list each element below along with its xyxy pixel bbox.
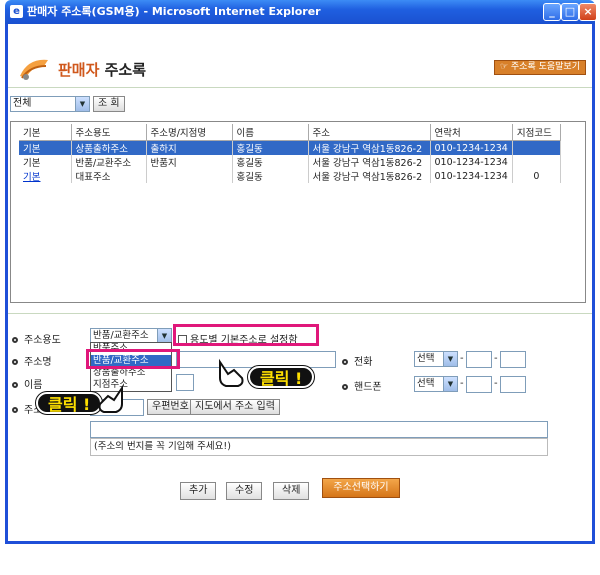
phone-last-input[interactable] bbox=[500, 351, 526, 368]
help-button[interactable]: ☞ 주소록 도움말보기 bbox=[493, 60, 586, 75]
chevron-down-icon[interactable]: ▼ bbox=[443, 377, 457, 391]
search-button[interactable]: 조 회 bbox=[93, 96, 125, 112]
bullet-icon bbox=[342, 384, 348, 390]
column-header[interactable]: 주소용도 bbox=[71, 124, 147, 141]
title-bar: e 판매자 주소록(GSM용) - Microsoft Internet Exp… bbox=[5, 0, 597, 24]
page-title: 판매자 주소록 bbox=[58, 61, 147, 79]
purpose-label: 주소용도 bbox=[12, 331, 61, 346]
column-header[interactable]: 주소명/지점명 bbox=[146, 124, 233, 141]
column-header[interactable]: 이름 bbox=[232, 124, 309, 141]
window-title: 판매자 주소록(GSM용) - Microsoft Internet Explo… bbox=[27, 5, 321, 18]
filter-select[interactable]: 전체 ▼ bbox=[10, 96, 90, 112]
column-header[interactable]: 지점코드 bbox=[512, 124, 561, 141]
add-button[interactable]: 추가 bbox=[180, 482, 217, 500]
table-row[interactable]: 기본 대표주소 홍길동 서울 강남구 역삼1동826-2 010-1234-1234 0 bbox=[19, 169, 561, 183]
table-row[interactable]: 기본 반품/교환주소 반품지 홍길동 서울 강남구 역삼1동826-2 010-1234-… bbox=[19, 155, 561, 169]
divider bbox=[8, 313, 592, 314]
dash: - bbox=[494, 353, 498, 364]
minimize-button[interactable]: _ bbox=[543, 3, 561, 21]
column-header[interactable]: 주소 bbox=[308, 124, 431, 141]
address-book-logo-icon bbox=[20, 59, 48, 80]
bullet-icon bbox=[342, 359, 348, 365]
mobile-last-input[interactable] bbox=[500, 376, 526, 393]
dash: - bbox=[494, 378, 498, 389]
highlight-box bbox=[86, 349, 180, 369]
phone-middle-input[interactable] bbox=[466, 351, 492, 368]
address-table: 기본 주소용도 주소명/지점명 이름 주소 연락처 지점코드 기본 상품출하주소 출… bbox=[19, 124, 561, 183]
address-note: (주소의 번지를 꼭 기입해 주세요!) bbox=[90, 438, 548, 456]
dash: - bbox=[460, 353, 464, 364]
highlight-box bbox=[173, 324, 319, 346]
click-callout: 클릭 ! bbox=[36, 392, 103, 414]
close-button[interactable]: × bbox=[579, 3, 597, 21]
hand-icon: ☞ bbox=[499, 62, 509, 72]
map-address-button[interactable]: 지도에서 주소 입력 bbox=[190, 399, 280, 415]
bullet-icon bbox=[12, 382, 18, 388]
bullet-icon bbox=[12, 359, 18, 365]
mobile-prefix-select[interactable]: 선택 ▼ bbox=[414, 376, 458, 392]
person-name-input[interactable] bbox=[176, 374, 194, 391]
default-link[interactable]: 기본 bbox=[19, 169, 72, 183]
chevron-down-icon[interactable]: ▼ bbox=[157, 329, 171, 343]
bullet-icon bbox=[12, 337, 18, 343]
table-row[interactable]: 기본 상품출하주소 출하지 홍길동 서울 강남구 역삼1동826-2 010-1234-1… bbox=[19, 140, 561, 155]
phone-label: 전화 bbox=[342, 353, 372, 368]
zipcode-button[interactable]: 우편번호 bbox=[147, 399, 194, 415]
mobile-middle-input[interactable] bbox=[466, 376, 492, 393]
address-detail-input[interactable] bbox=[90, 421, 548, 438]
ie-icon: e bbox=[10, 5, 23, 18]
phone-prefix-select[interactable]: 선택 ▼ bbox=[414, 351, 458, 367]
click-callout: 클릭 ! bbox=[248, 366, 315, 388]
table-header-row: 기본 주소용도 주소명/지점명 이름 주소 연락처 지점코드 bbox=[19, 124, 561, 141]
pointing-hand-icon bbox=[98, 384, 123, 413]
dash: - bbox=[460, 378, 464, 389]
person-label: 이름 bbox=[12, 376, 42, 391]
bullet-icon bbox=[12, 407, 18, 413]
maximize-button[interactable]: □ bbox=[561, 3, 579, 21]
column-header[interactable]: 연락처 bbox=[430, 124, 513, 141]
page-header: 판매자 주소록 ☞ 주소록 도움말보기 bbox=[8, 50, 592, 88]
mobile-label: 핸드폰 bbox=[342, 378, 382, 393]
chevron-down-icon[interactable]: ▼ bbox=[75, 97, 89, 111]
delete-button[interactable]: 삭제 bbox=[273, 482, 310, 500]
chevron-down-icon[interactable]: ▼ bbox=[443, 352, 457, 366]
address-grid: 기본 주소용도 주소명/지점명 이름 주소 연락처 지점코드 기본 상품출하주소 출… bbox=[10, 121, 586, 303]
name-label: 주소명 bbox=[12, 353, 52, 368]
pointing-hand-icon bbox=[219, 358, 244, 387]
column-header[interactable]: 기본 bbox=[19, 124, 72, 141]
select-address-button[interactable]: 주소선택하기 bbox=[322, 478, 400, 498]
edit-button[interactable]: 수정 bbox=[226, 482, 263, 500]
